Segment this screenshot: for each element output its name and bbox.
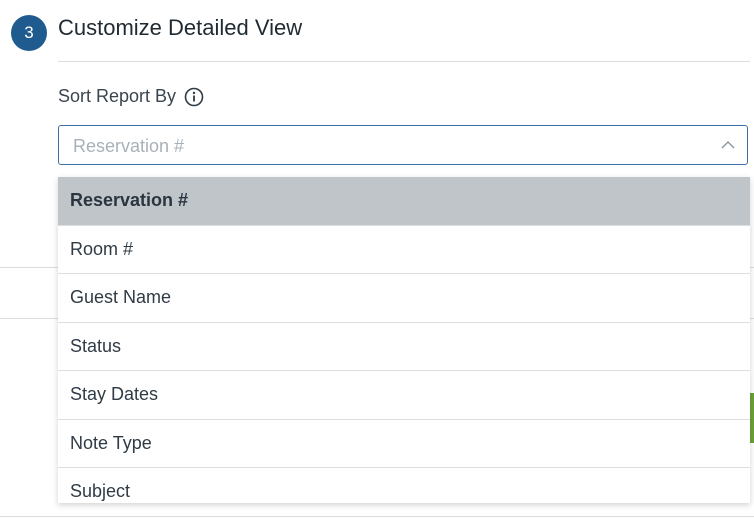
select-placeholder: Reservation # [73, 136, 185, 156]
info-icon[interactable] [184, 87, 204, 107]
sort-option-room-number[interactable]: Room # [58, 226, 750, 274]
sort-option-stay-dates[interactable]: Stay Dates [58, 371, 750, 420]
sort-option-guest-name[interactable]: Guest Name [58, 274, 750, 323]
sort-options-dropdown: Reservation # Room # Guest Name Status S… [58, 177, 750, 503]
step-number-badge: 3 [11, 15, 47, 51]
divider [58, 61, 750, 62]
sort-report-by-select[interactable]: Reservation # [58, 125, 748, 165]
page: 3 Customize Detailed View Sort Report By… [0, 0, 754, 525]
sort-option-note-type[interactable]: Note Type [58, 420, 750, 468]
sort-report-by-label: Sort Report By [58, 86, 177, 106]
chevron-up-icon [721, 141, 735, 149]
sort-option-status[interactable]: Status [58, 323, 750, 371]
sort-option-subject[interactable]: Subject [58, 468, 750, 503]
section-title: Customize Detailed View [58, 15, 303, 40]
sort-option-reservation-number[interactable]: Reservation # [58, 177, 750, 226]
divider [0, 516, 754, 517]
sort-report-by-label-row: Sort Report By [58, 86, 204, 107]
